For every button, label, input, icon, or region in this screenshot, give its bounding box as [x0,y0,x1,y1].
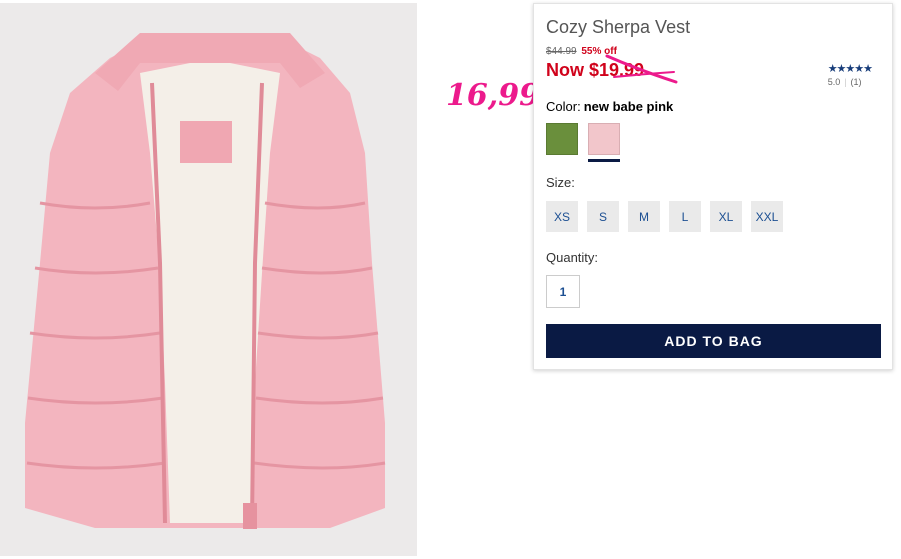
handwritten-strike-mark [605,54,678,84]
swatch-green[interactable] [546,123,578,155]
size-button-s[interactable]: S [587,201,619,232]
product-image [0,3,417,556]
product-details-panel: Cozy Sherpa Vest $44.99 55% off Now $19.… [533,3,893,370]
vest-illustration [0,3,417,556]
color-value: new babe pink [583,99,674,114]
rating[interactable]: ★★★★★ 5.0 | (1) [827,62,873,87]
handwritten-price-annotation: 16,99 [446,78,540,113]
color-label: Color: [546,99,581,114]
size-button-xs[interactable]: XS [546,201,578,232]
size-label: Size: [546,175,575,190]
product-title: Cozy Sherpa Vest [546,17,691,37]
rating-score: 5.0 [827,77,841,87]
quantity-input[interactable]: 1 [546,275,580,308]
star-rating-icon: ★★★★★ [827,63,873,75]
size-button-m[interactable]: M [628,201,660,232]
size-button-l[interactable]: L [669,201,701,232]
original-price: $44.99 [546,46,577,57]
swatch-selected-indicator [588,159,620,162]
quantity-label: Quantity: [546,250,599,265]
color-row: Color: new babe pink [546,99,673,114]
review-count[interactable]: (1) [851,77,862,87]
swatch-pink-selected[interactable] [588,123,620,155]
rating-meta: 5.0 | (1) [828,77,872,87]
add-to-bag-button[interactable]: ADD TO BAG [546,324,881,358]
size-button-xl[interactable]: XL [710,201,742,232]
rating-separator: | [844,77,847,87]
size-button-xxl[interactable]: XXL [751,201,783,232]
